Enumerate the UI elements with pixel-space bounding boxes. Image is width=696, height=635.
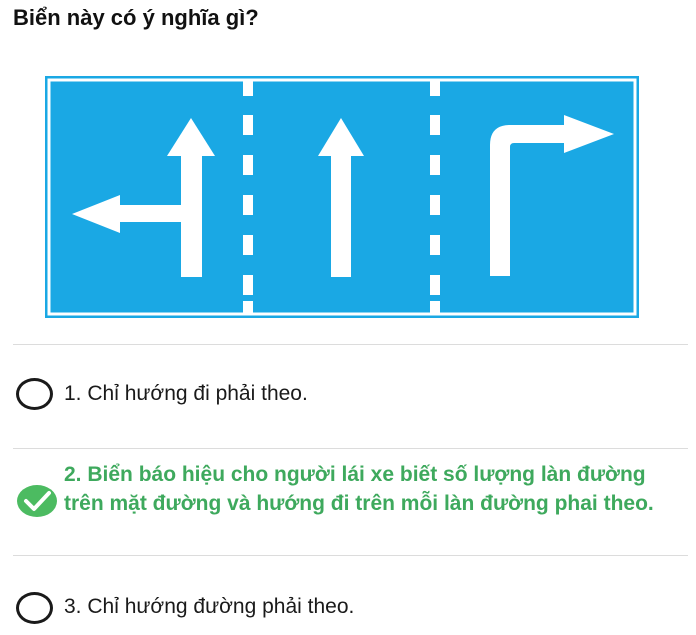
divider [13,344,688,345]
lane-divider-right [430,80,440,314]
answer-option-label: 1. Chỉ hướng đi phải theo. [64,382,308,405]
radio-unchecked-icon[interactable] [16,378,53,410]
answer-option-2[interactable]: 2. Biển báo hiệu cho người lái xe biết s… [13,458,693,546]
divider [13,448,688,449]
question-text: Biển này có ý nghĩa gì? [13,5,259,30]
answer-option-label: 2. Biển báo hiệu cho người lái xe biết s… [64,463,654,515]
road-sign-image [44,75,640,319]
answer-option-3[interactable]: 3. Chỉ hướng đường phải theo. [13,584,693,632]
lane-divider-left [243,80,253,314]
lane-direction-sign [45,76,639,318]
answer-option-1[interactable]: 1. Chỉ hướng đi phải theo. [13,372,693,424]
check-circle-icon[interactable] [16,484,58,518]
answer-option-label: 3. Chỉ hướng đường phải theo. [64,595,355,618]
divider [13,555,688,556]
radio-unchecked-icon[interactable] [16,592,53,624]
